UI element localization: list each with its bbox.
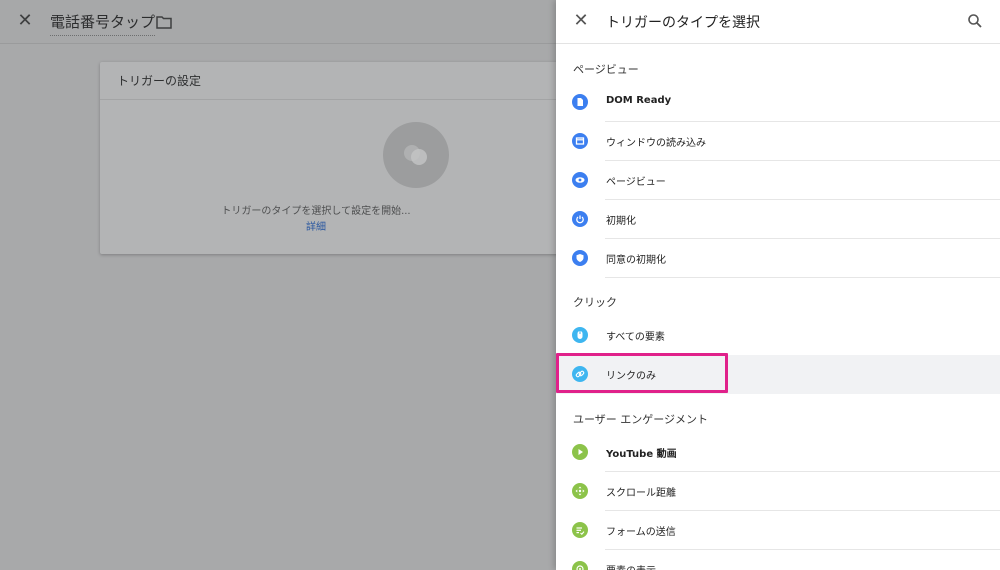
play-icon (572, 444, 588, 460)
card-title: トリガーの設定 (117, 74, 202, 88)
close-icon[interactable]: ✕ (573, 12, 589, 30)
move-icon (572, 483, 588, 499)
section-heading-pageview: ページビュー (573, 63, 639, 76)
trigger-item-label: DOM Ready (606, 95, 672, 106)
trigger-item-label: スクロール距離 (606, 488, 676, 499)
divider (100, 99, 570, 100)
trigger-item-page-view[interactable]: ページビュー (556, 161, 1000, 200)
trigger-item-dom-ready[interactable]: DOM Ready (556, 83, 1000, 122)
trigger-item-scroll-depth[interactable]: スクロール距離 (556, 472, 1000, 511)
trigger-item-window-loaded[interactable]: ウィンドウの読み込み (556, 122, 1000, 161)
eye-icon (572, 172, 588, 188)
section-heading-user-engagement: ユーザー エンゲージメント (573, 413, 709, 426)
document-icon (572, 94, 588, 110)
trigger-item-all-elements[interactable]: すべての要素 (556, 316, 1000, 355)
trigger-item-element-visibility[interactable]: 要素の表示 (556, 550, 1000, 570)
close-icon[interactable]: ✕ (17, 12, 33, 30)
panel-title: トリガーのタイプを選択 (606, 15, 760, 31)
card-message: トリガーのタイプを選択して設定を開始... (221, 206, 411, 217)
trigger-type-panel: ✕ トリガーのタイプを選択 ページビュー DOM Ready ウィンドウの読み込… (556, 0, 1000, 570)
trigger-item-label: 初期化 (606, 216, 636, 227)
trigger-item-label: ページビュー (606, 177, 666, 188)
trigger-item-label: すべての要素 (606, 332, 665, 343)
trigger-placeholder-icon[interactable] (383, 122, 449, 188)
visibility-icon (572, 561, 588, 570)
trigger-item-youtube-video[interactable]: YouTube 動画 (556, 433, 1000, 472)
tag-title[interactable]: 電話番号タップ (50, 11, 156, 36)
trigger-item-initialization[interactable]: 初期化 (556, 200, 1000, 239)
section-heading-click: クリック (573, 296, 617, 309)
search-icon[interactable] (967, 13, 983, 29)
trigger-item-label: ウィンドウの読み込み (606, 138, 706, 149)
trigger-item-label: フォームの送信 (606, 527, 676, 538)
tag-editor-header: ✕ 電話番号タップ (0, 0, 556, 44)
trigger-item-label: YouTube 動画 (606, 449, 677, 460)
selection-highlight (556, 353, 728, 393)
trigger-item-label: 同意の初期化 (606, 255, 666, 266)
form-icon (572, 522, 588, 538)
trigger-item-label: 要素の表示 (606, 562, 656, 570)
window-icon (572, 133, 588, 149)
trigger-config-card[interactable]: トリガーの設定 トリガーのタイプを選択して設定を開始... 詳細 (100, 62, 570, 254)
folder-icon[interactable] (156, 15, 172, 29)
trigger-item-consent-initialization[interactable]: 同意の初期化 (556, 239, 1000, 278)
learn-more-link[interactable]: 詳細 (0, 218, 632, 233)
divider (605, 277, 1000, 278)
trigger-item-form-submission[interactable]: フォームの送信 (556, 511, 1000, 550)
mouse-icon (572, 327, 588, 343)
power-icon (572, 211, 588, 227)
shield-icon (572, 250, 588, 266)
panel-header: ✕ トリガーのタイプを選択 (556, 0, 1000, 44)
